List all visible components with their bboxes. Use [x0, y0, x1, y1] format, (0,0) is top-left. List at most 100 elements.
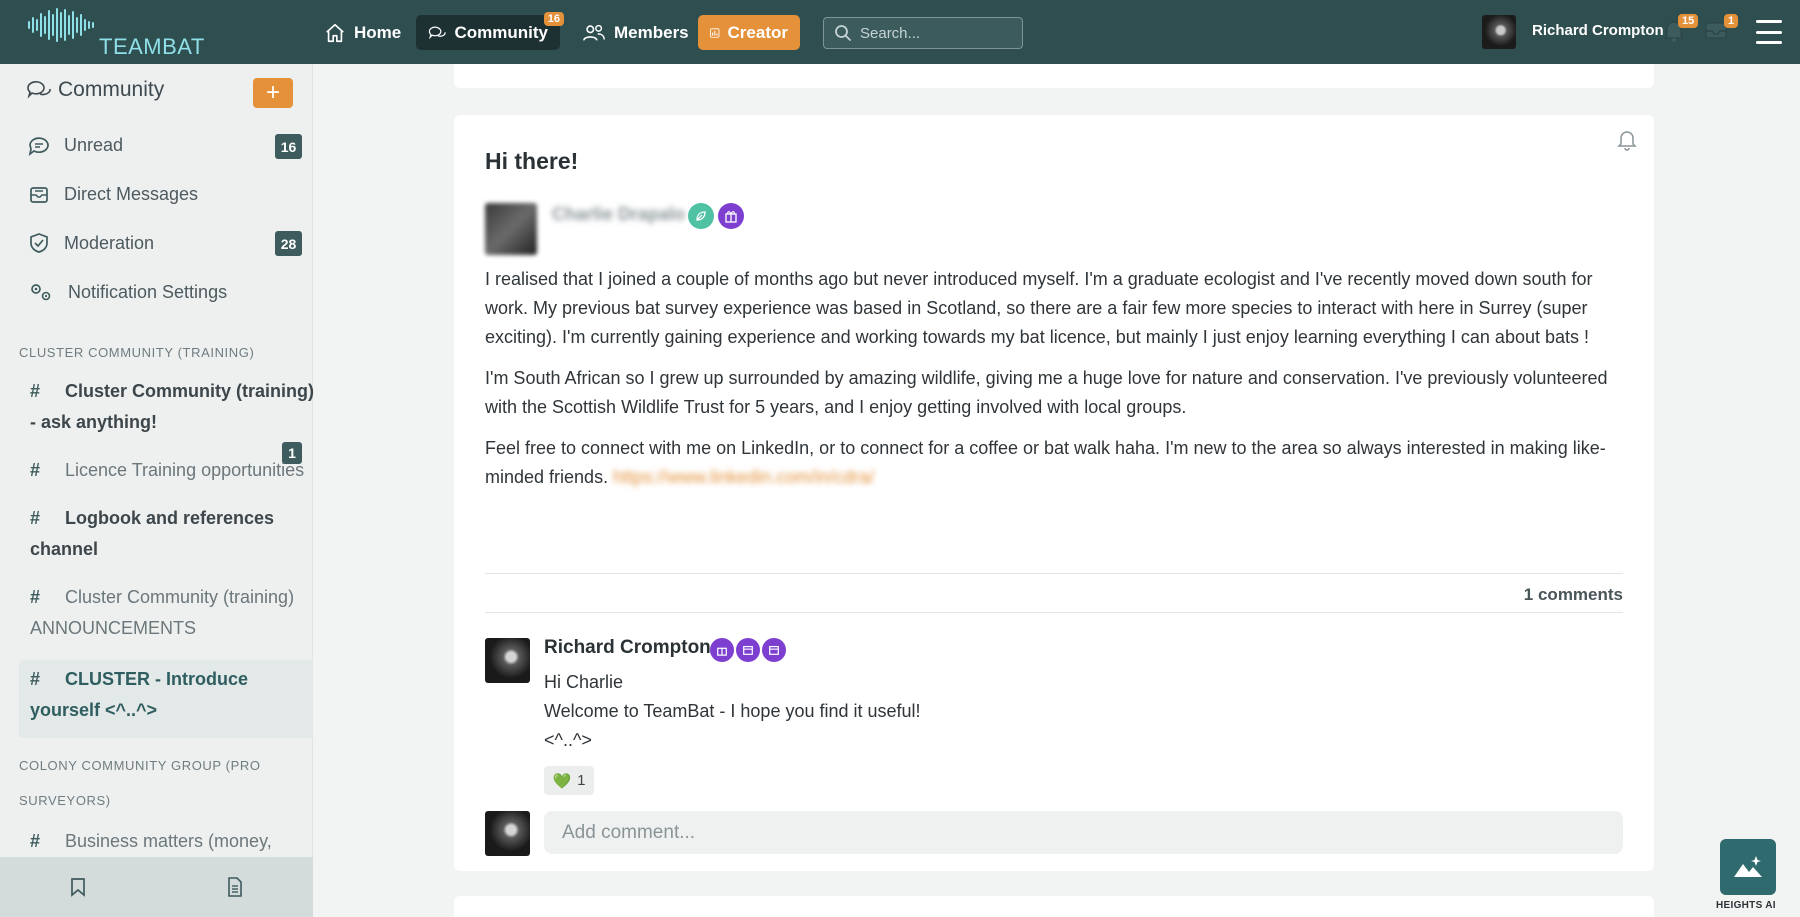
search-input[interactable]: [860, 24, 1010, 42]
bell-outline-icon: [1617, 131, 1637, 151]
soundwave-icon: [28, 8, 94, 42]
top-navigation-bar: TEAMBAT Home Community 16 Members Creato…: [0, 0, 1800, 64]
sidebar-header: Community: [26, 78, 164, 102]
chat-icon: [28, 136, 49, 156]
channel-item[interactable]: # Logbook and references channel: [30, 503, 315, 565]
channel-label: Licence Training opportunities: [65, 460, 305, 480]
nav-community-label: Community: [454, 22, 549, 42]
sidebar-item-label: Notification Settings: [68, 281, 228, 302]
chat-bubbles-icon: [428, 26, 446, 39]
hash-icon: #: [30, 460, 41, 480]
search-box[interactable]: [823, 17, 1023, 49]
brand-name: TEAMBAT: [99, 34, 205, 59]
moderation-count-badge: 28: [275, 231, 302, 256]
sidebar-item-label: Unread: [64, 135, 124, 155]
notifications-button[interactable]: 15: [1662, 14, 1699, 46]
post-title: Hi there!: [485, 148, 579, 174]
comment-body: Hi Charlie Welcome to TeamBat - I hope y…: [544, 668, 921, 755]
post-paragraph: Feel free to connect with me on LinkedIn…: [485, 434, 1625, 492]
heights-ai-label: HEIGHTS AI: [1716, 900, 1776, 911]
sidebar-section-heading: CLUSTER COMMUNITY (TRAINING): [19, 345, 255, 360]
author-name[interactable]: Charlie Drapalo: [552, 204, 685, 225]
user-name[interactable]: Richard Crompton: [1532, 22, 1664, 39]
divider: [485, 612, 1623, 613]
unread-count-badge: 16: [275, 134, 302, 159]
community-unread-badge: 16: [543, 12, 564, 26]
sidebar-item-moderation[interactable]: Moderation: [28, 232, 154, 254]
add-comment-input[interactable]: [562, 821, 1562, 844]
sidebar-item-direct-messages[interactable]: Direct Messages: [28, 184, 198, 205]
sidebar-item-label: Moderation: [64, 232, 155, 253]
gift-badge-icon: [710, 638, 734, 662]
sidebar-title: Community: [58, 78, 165, 101]
comments-count[interactable]: 1 comments: [1524, 585, 1623, 605]
channel-item[interactable]: # Licence Training opportunities: [30, 455, 315, 486]
commenter-name[interactable]: Richard Crompton: [544, 637, 711, 659]
sidebar-section-heading: COLONY COMMUNITY GROUP (PRO SURVEYORS): [19, 758, 261, 808]
home-icon: [326, 23, 344, 42]
mountain-sparkle-icon: [1734, 856, 1762, 877]
user-avatar[interactable]: [1482, 15, 1516, 49]
gears-icon: [31, 284, 51, 301]
channel-item[interactable]: # Cluster Community (training) - ask anyt…: [30, 376, 315, 438]
teambat-logo[interactable]: TEAMBAT: [27, 8, 204, 59]
current-user-avatar: [485, 811, 530, 856]
channel-item[interactable]: # Business matters (money,: [30, 826, 315, 857]
commenter-avatar[interactable]: [485, 638, 530, 683]
add-button[interactable]: +: [253, 78, 293, 108]
previous-post-card: [454, 64, 1654, 88]
next-post-card: [454, 896, 1654, 917]
nav-home-label: Home: [354, 22, 402, 42]
add-comment-box[interactable]: [544, 811, 1623, 854]
channel-label: CLUSTER - Introduce yourself <^..^>: [30, 669, 248, 720]
hash-icon: #: [30, 831, 41, 851]
sidebar-item-unread[interactable]: Unread: [28, 135, 123, 156]
follow-post-button[interactable]: [1617, 129, 1637, 156]
channel-item[interactable]: # Cluster Community (training) ANNOUNCEME…: [30, 582, 315, 644]
nav-creator[interactable]: Creator: [698, 15, 800, 50]
bar-chart-icon: [710, 27, 720, 38]
messages-button[interactable]: 1: [1704, 14, 1739, 46]
shield-check-icon: [30, 233, 48, 253]
comment-line: Hi Charlie: [544, 672, 624, 692]
bookmarks-button[interactable]: [0, 857, 157, 917]
channel-label: Cluster Community (training) ANNOUNCEMEN…: [30, 587, 295, 638]
community-sidebar: Community + Unread 16 Direct Messages Mo…: [0, 64, 315, 917]
post-paragraph: I'm South African so I grew up surrounde…: [485, 368, 1608, 417]
gift-badge-icon: [718, 203, 744, 229]
members-icon: [583, 24, 605, 41]
menu-button[interactable]: [1756, 20, 1782, 44]
nav-members[interactable]: Members: [570, 15, 701, 50]
nav-members-label: Members: [614, 22, 689, 42]
hash-icon: #: [30, 587, 41, 607]
sidebar-footer: [0, 857, 313, 917]
green-heart-icon: 💚: [552, 772, 572, 790]
sidebar-item-notification-settings[interactable]: Notification Settings: [28, 281, 227, 303]
reaction-count: 1: [577, 772, 586, 789]
nav-home[interactable]: Home: [312, 15, 413, 50]
channel-item-active[interactable]: # CLUSTER - Introduce yourself <^..^>: [19, 660, 313, 738]
messages-badge: 1: [1724, 14, 1739, 28]
author-badges: [688, 203, 744, 229]
reaction-button[interactable]: 💚 1: [544, 766, 594, 795]
envelope-stack-icon: [30, 186, 48, 203]
bookmark-icon: [71, 878, 86, 897]
document-icon: [227, 877, 242, 897]
menu-line: [1756, 30, 1782, 34]
leaf-badge-icon: [688, 203, 714, 229]
search-icon: [835, 25, 851, 41]
nav-community[interactable]: Community 16: [416, 12, 564, 50]
divider: [485, 573, 1623, 574]
notifications-badge: 15: [1678, 14, 1699, 28]
heights-ai-button[interactable]: [1720, 839, 1776, 895]
sidebar-item-label: Direct Messages: [64, 184, 199, 204]
post-paragraph: I realised that I joined a couple of mon…: [485, 269, 1593, 347]
author-avatar[interactable]: [485, 203, 537, 255]
hash-icon: #: [30, 381, 41, 401]
linkedin-link[interactable]: https://www.linkedin.com/in/cdra/: [613, 467, 874, 487]
hash-icon: #: [30, 669, 41, 689]
post-card: Hi there! Charlie Drapalo I realised tha…: [454, 115, 1654, 871]
chat-bubbles-icon: [27, 81, 51, 99]
calendar-badge-icon: [736, 638, 760, 662]
drafts-button[interactable]: [157, 857, 314, 917]
